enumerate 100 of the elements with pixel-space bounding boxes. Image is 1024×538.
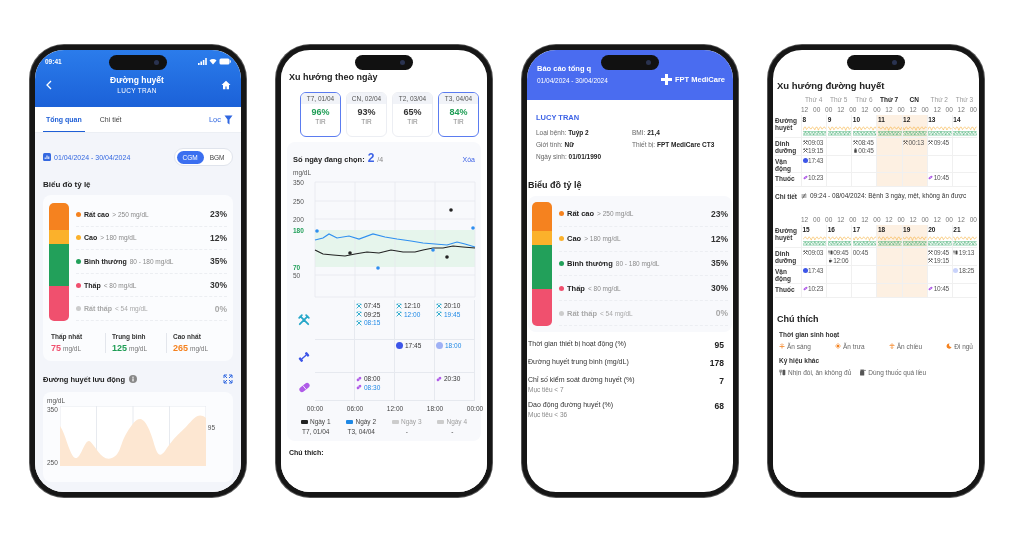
pill-icon (802, 285, 808, 291)
range-percent: 23% (210, 209, 227, 220)
range-percent: 30% (711, 283, 728, 294)
glucose-trace-drawing (903, 124, 927, 136)
utensils-icon (802, 148, 808, 153)
selected-count: 2 (367, 151, 375, 165)
fork-plate-icon (953, 250, 959, 256)
stat-value: 125 (112, 343, 128, 353)
utensils-icon (928, 258, 934, 264)
home-icon[interactable] (221, 79, 231, 90)
glucose-trace-drawing (877, 124, 902, 136)
tir-percent: 65% (402, 107, 423, 117)
section-title: Biểu đồ tỷ lệ (528, 180, 583, 190)
back-icon[interactable] (45, 79, 53, 90)
utensils-icon (356, 302, 362, 309)
range-percent: 35% (711, 258, 728, 269)
screen-title: Xu hướng theo ngày (289, 72, 378, 84)
sunrise-icon (779, 343, 785, 350)
glucose-trace-drawing (852, 124, 877, 136)
utensils-icon (356, 311, 362, 317)
camera-notch (601, 55, 659, 70)
camera-notch (355, 55, 413, 70)
not-equal-icon (801, 192, 807, 199)
range-percent: 35% (210, 256, 227, 267)
section-title: Biểu đồ tỷ lệ (43, 180, 92, 189)
utensils-icon (436, 302, 442, 309)
reading-dot (445, 255, 449, 259)
sun-icon (834, 343, 841, 350)
utensils-icon (396, 311, 402, 317)
utensils-icon (852, 140, 858, 145)
utensils-icon (356, 319, 362, 326)
metric-value: 178 (709, 358, 724, 368)
dumbbell-icon (298, 350, 310, 363)
glucose-trace-drawing (953, 124, 977, 136)
glucose-trace-drawing (827, 124, 852, 136)
tir-percent: 93% (356, 107, 377, 117)
range-percent: 12% (711, 233, 728, 244)
camera-notch (109, 55, 167, 70)
stat-value: 265 (173, 343, 189, 353)
glucose-trace-drawing (877, 234, 902, 247)
reading-dot (471, 226, 475, 230)
range-percent: 12% (210, 232, 227, 243)
fork-plate-icon (779, 368, 786, 376)
pill-icon (436, 375, 442, 382)
tir-percent: 84% (448, 107, 469, 117)
utensils-icon (396, 302, 402, 309)
range-percent: 0% (715, 308, 728, 319)
glucose-trace-drawing (802, 234, 827, 247)
glucose-trace-drawing (852, 234, 877, 247)
ratio-segment (532, 288, 552, 326)
glucose-trace-drawing (928, 124, 952, 136)
pill-bottle-icon (859, 368, 867, 376)
pill-icon (356, 384, 362, 390)
glucose-trace-drawing (953, 234, 977, 247)
reading-dot (449, 208, 453, 212)
info-icon[interactable] (129, 375, 138, 383)
plus-icon (661, 73, 672, 85)
reading-dot (376, 266, 380, 270)
cup-icon (827, 258, 833, 264)
sunset-icon (888, 343, 895, 350)
glucose-trace-drawing (928, 234, 952, 247)
stat-value: 75 (51, 343, 61, 353)
screen-title: Xu hướng đường huyết (777, 80, 885, 91)
camera-notch (847, 55, 905, 70)
expand-icon[interactable] (223, 374, 233, 384)
bottle-icon (852, 148, 858, 153)
pill-icon (356, 375, 362, 382)
chart-icon (43, 153, 51, 161)
range-percent: 0% (214, 303, 227, 314)
pill-icon (928, 285, 934, 291)
utensils-icon (928, 140, 934, 145)
fork-plate-icon (827, 250, 833, 256)
reading-dot (431, 248, 435, 252)
metric-value: 7 (719, 376, 724, 386)
utensils-icon (903, 140, 909, 145)
wifi-icon (209, 57, 217, 65)
tir-percent: 96% (310, 107, 331, 117)
glucose-trace-drawing (903, 234, 927, 247)
section-title: Chú thích (777, 313, 820, 324)
pill-icon (928, 175, 934, 181)
utensils-icon (802, 250, 808, 256)
screen-title: Đường huyết (110, 75, 164, 85)
glucose-trace-drawing (827, 234, 852, 247)
reading-dot (348, 251, 352, 255)
utensils-icon (928, 250, 934, 256)
filter-icon (224, 114, 233, 125)
signal-icon (198, 57, 207, 65)
battery-icon (219, 57, 231, 65)
moon-icon (946, 343, 953, 350)
reading-dot (315, 229, 319, 233)
metric-value: 95 (714, 340, 724, 350)
pill-icon (802, 175, 808, 181)
utensils-icon (802, 140, 808, 145)
utensils-icon (436, 311, 442, 317)
range-percent: 23% (711, 208, 728, 219)
glucose-trace-drawing (802, 124, 827, 136)
ratio-segment (49, 285, 69, 321)
metric-value: 68 (714, 401, 724, 411)
utensils-icon (298, 314, 310, 326)
range-percent: 30% (210, 280, 227, 291)
